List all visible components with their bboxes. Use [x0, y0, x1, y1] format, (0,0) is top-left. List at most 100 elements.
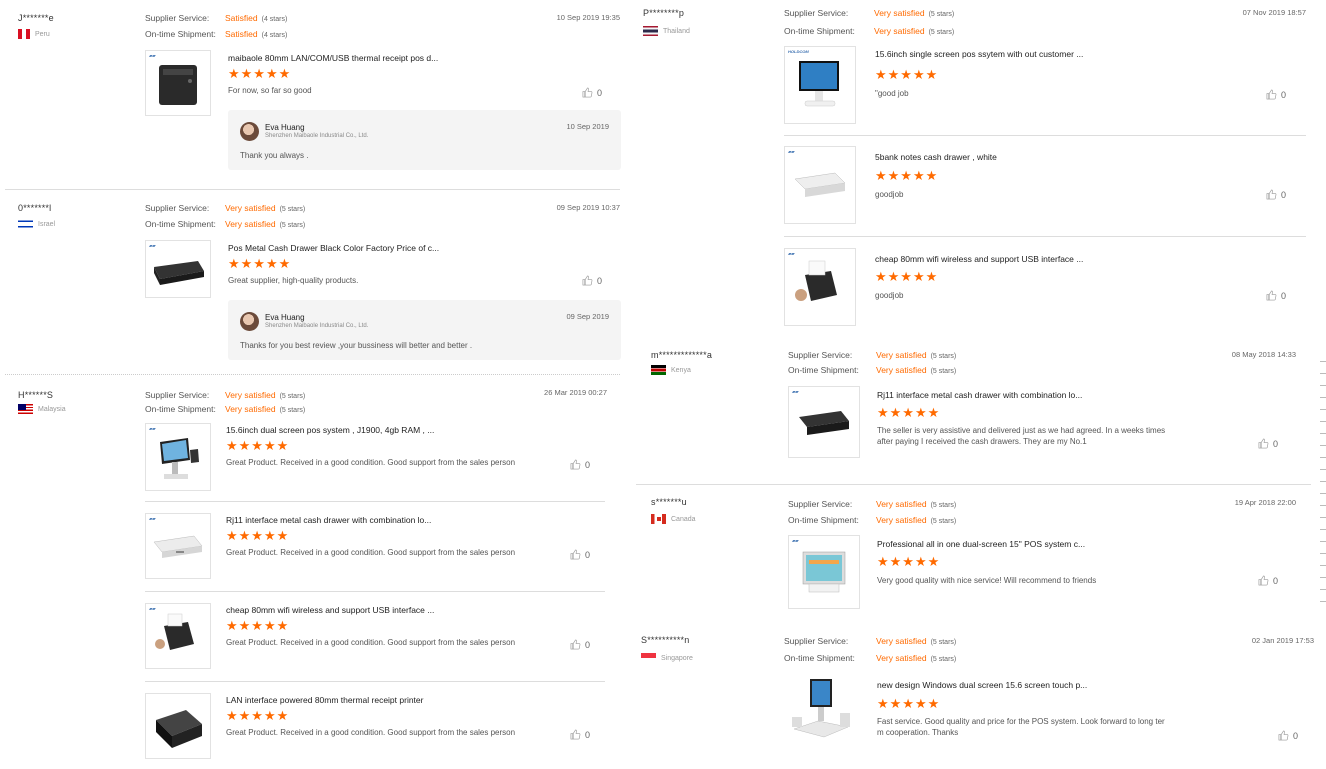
rating-text: Very satisfied — [876, 350, 927, 360]
review-item: ▰▰ cheap 80mm wifi wireless and support … — [0, 603, 625, 683]
item-divider — [145, 681, 605, 682]
review-date: 02 Jan 2019 17:53 — [1251, 636, 1314, 645]
product-thumbnail[interactable] — [145, 693, 211, 759]
supplier-service-label: Supplier Service: — [784, 636, 849, 646]
reviewer-name: P********p — [643, 8, 685, 18]
on-time-shipment-label: On-time Shipment: — [784, 26, 855, 36]
product-title[interactable]: 15.6inch dual screen pos system , J1900,… — [226, 425, 434, 435]
country-label: Canada — [671, 515, 696, 523]
like-button[interactable]: 0 — [570, 459, 590, 470]
product-title[interactable]: cheap 80mm wifi wireless and support USB… — [875, 254, 1083, 264]
review-comment: Great Product. Received in a good condit… — [226, 638, 516, 647]
product-thumbnail[interactable]: ▰▰ — [145, 50, 211, 116]
reviewer-country: Malaysia — [18, 404, 66, 414]
like-button[interactable]: 0 — [1266, 290, 1286, 301]
product-title[interactable]: 5bank notes cash drawer , white — [875, 152, 997, 162]
brand-logo-icon: ▰▰ — [792, 538, 799, 543]
reply-author: Eva Huang — [265, 123, 305, 132]
like-button[interactable]: 0 — [1258, 575, 1278, 586]
rating-stars-count: (5 stars) — [930, 502, 957, 509]
product-title[interactable]: 15.6inch single screen pos ssytem with o… — [875, 49, 1083, 59]
thumbs-up-icon — [1258, 575, 1269, 586]
review-israel: 0*******l Israel Supplier Service: Very … — [0, 190, 625, 375]
product-thumbnail[interactable] — [784, 673, 860, 751]
product-title[interactable]: new design Windows dual screen 15.6 scre… — [877, 680, 1087, 690]
review-date: 19 Apr 2018 22:00 — [1234, 498, 1296, 507]
reply-date: 10 Sep 2019 — [566, 122, 609, 131]
review-date: 07 Nov 2019 18:57 — [1242, 8, 1306, 17]
product-title[interactable]: Pos Metal Cash Drawer Black Color Factor… — [228, 243, 439, 253]
supplier-service-label: Supplier Service: — [145, 390, 210, 400]
flag-peru-icon — [18, 29, 30, 39]
rating-text: Very satisfied — [876, 636, 927, 646]
product-rating-stars-icon: ★★★★★ — [875, 168, 939, 183]
like-button[interactable]: 0 — [582, 275, 602, 286]
product-thumbnail[interactable]: ▰▰ — [145, 423, 211, 491]
like-button[interactable]: 0 — [1266, 89, 1286, 100]
reviewer-country: Israel — [18, 219, 55, 229]
brand-logo-icon: ▰▰ — [149, 53, 156, 58]
reply-text: Thank you always . — [240, 151, 309, 160]
product-rating-stars-icon: ★★★★★ — [875, 67, 939, 82]
like-count: 0 — [1281, 189, 1287, 200]
on-time-shipment-label: On-time Shipment: — [145, 404, 216, 414]
item-divider — [145, 591, 605, 592]
supplier-service-rating: Very satisfied (5 stars) — [225, 203, 305, 213]
product-thumbnail[interactable]: HOLDCOM — [784, 46, 856, 124]
review-kenya: m*************a Kenya Supplier Service: … — [636, 340, 1326, 485]
flag-thailand-icon — [643, 26, 658, 36]
flag-israel-icon — [18, 219, 33, 229]
like-count: 0 — [1281, 290, 1287, 301]
rating-text: Very satisfied — [225, 404, 276, 414]
like-button[interactable]: 0 — [1278, 730, 1298, 741]
rating-stars-count: (5 stars) — [279, 222, 306, 229]
shipment-rating: Very satisfied (5 stars) — [876, 365, 956, 375]
like-button[interactable]: 0 — [1258, 438, 1278, 449]
country-label: Peru — [35, 30, 50, 38]
rating-stars-count: (5 stars) — [279, 393, 306, 400]
review-date: 26 Mar 2019 00:27 — [544, 388, 607, 397]
product-thumbnail[interactable]: ▰▰ — [784, 248, 856, 326]
like-button[interactable]: 0 — [582, 87, 602, 98]
item-divider — [784, 135, 1306, 136]
reply-date: 09 Sep 2019 — [566, 312, 609, 321]
reviewer-name: s*******u — [651, 497, 687, 507]
supplier-service-rating: Very satisfied (5 stars) — [876, 499, 956, 509]
product-title[interactable]: maibaole 80mm LAN/COM/USB thermal receip… — [228, 53, 438, 63]
product-thumbnail[interactable]: ▰▰ — [145, 240, 211, 298]
review-date: 10 Sep 2019 19:35 — [556, 13, 620, 22]
product-rating-stars-icon: ★★★★★ — [226, 438, 290, 453]
like-button[interactable]: 0 — [570, 639, 590, 650]
product-thumbnail[interactable]: ▰▰ — [145, 513, 211, 579]
product-title[interactable]: cheap 80mm wifi wireless and support USB… — [226, 605, 434, 615]
brand-logo-icon: ▰▰ — [149, 606, 156, 611]
product-title[interactable]: Rj11 interface metal cash drawer with co… — [877, 390, 1082, 400]
review-item: ▰▰ Rj11 interface metal cash drawer with… — [0, 513, 625, 593]
like-button[interactable]: 0 — [1266, 189, 1286, 200]
product-rating-stars-icon: ★★★★★ — [228, 256, 292, 271]
review-comment: goodjob — [875, 190, 904, 199]
rating-text: Very satisfied — [876, 499, 927, 509]
reviewer-country: Singapore — [641, 653, 693, 663]
like-count: 0 — [1273, 438, 1279, 449]
like-button[interactable]: 0 — [570, 729, 590, 740]
product-title[interactable]: Rj11 interface metal cash drawer with co… — [226, 515, 431, 525]
product-thumbnail[interactable]: ▰▰ — [145, 603, 211, 669]
thumbs-up-icon — [570, 729, 581, 740]
rating-text: Very satisfied — [225, 203, 276, 213]
product-thumbnail[interactable]: ▰▰ — [784, 146, 856, 224]
rating-text: Very satisfied — [225, 219, 276, 229]
rating-stars-count: (5 stars) — [930, 518, 957, 525]
product-title[interactable]: Professional all in one dual-screen 15" … — [877, 539, 1085, 549]
review-canada: s*******u Canada Supplier Service: Very … — [636, 485, 1326, 625]
product-title[interactable]: LAN interface powered 80mm thermal recei… — [226, 695, 423, 705]
rating-stars-count: (5 stars) — [928, 29, 955, 36]
like-count: 0 — [585, 729, 591, 740]
product-thumbnail[interactable]: ▰▰ — [788, 386, 860, 458]
product-thumbnail[interactable]: ▰▰ — [788, 535, 860, 609]
like-button[interactable]: 0 — [570, 549, 590, 560]
rating-stars-count: (5 stars) — [928, 11, 955, 18]
review-item: ▰▰ 15.6inch dual screen pos system , J19… — [0, 423, 625, 503]
thumbs-up-icon — [570, 459, 581, 470]
review-date: 08 May 2018 14:33 — [1231, 350, 1296, 359]
